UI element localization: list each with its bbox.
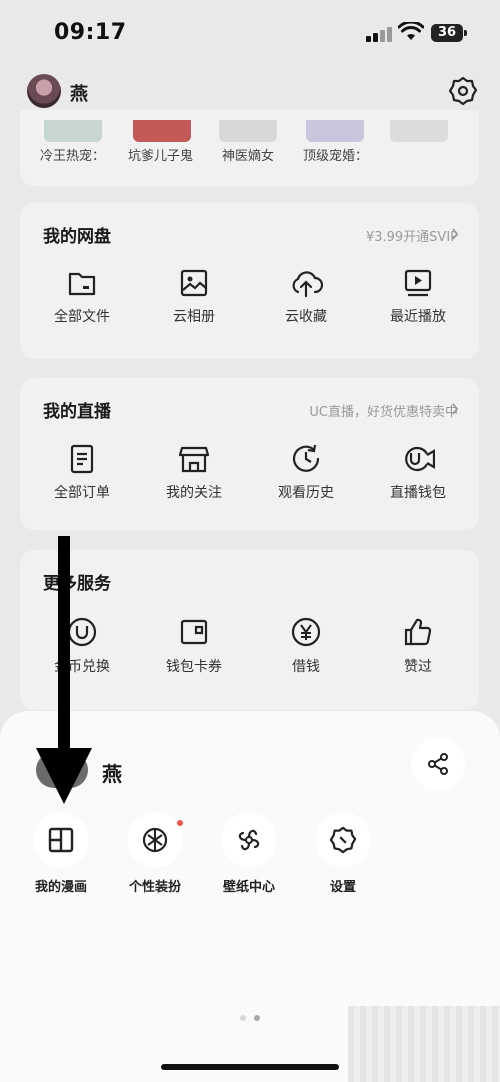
wallet-icon bbox=[180, 619, 208, 645]
item-label: 最近播放 bbox=[390, 309, 446, 325]
battery-icon: 36 bbox=[431, 24, 467, 42]
book-cover[interactable] bbox=[44, 120, 102, 142]
tile-settings[interactable]: 设置 bbox=[298, 812, 388, 895]
book-title[interactable]: 冷王热宠： bbox=[40, 145, 105, 164]
netdisk-item-all-files[interactable]: 全部文件 bbox=[26, 268, 138, 326]
more-title: 更多服务 bbox=[43, 574, 111, 594]
book-cover[interactable] bbox=[390, 120, 448, 142]
new-badge-dot bbox=[177, 820, 183, 826]
wifi-icon bbox=[398, 22, 424, 40]
item-label: 直播钱包 bbox=[390, 485, 446, 501]
live-promo-link[interactable]: UC直播，好货优惠特卖中 bbox=[309, 401, 458, 420]
annotation-arrow bbox=[58, 536, 70, 750]
page-indicator-dot bbox=[240, 1015, 246, 1021]
more-item-wallet-coupons[interactable]: 钱包卡券 bbox=[138, 616, 250, 676]
tile-icon-circle bbox=[127, 812, 183, 868]
book-title[interactable]: 神医嫡女 bbox=[222, 145, 274, 164]
annotation-arrow-head bbox=[36, 748, 92, 804]
comic-icon bbox=[48, 827, 74, 853]
cellular-signal-icon bbox=[366, 26, 392, 42]
page-indicator-dot-active bbox=[254, 1015, 260, 1021]
live-item-live-wallet[interactable]: 直播钱包 bbox=[362, 444, 474, 502]
item-label: 赞过 bbox=[404, 659, 432, 675]
coin-icon bbox=[67, 617, 97, 647]
theme-icon bbox=[142, 827, 168, 853]
book-cover[interactable] bbox=[219, 120, 277, 142]
item-label: 借钱 bbox=[292, 659, 320, 675]
more-item-liked[interactable]: 赞过 bbox=[362, 616, 474, 676]
tile-my-comics[interactable]: 我的漫画 bbox=[16, 812, 106, 895]
book-title[interactable]: 顶级宠婚： bbox=[303, 145, 368, 164]
item-label: 云收藏 bbox=[285, 309, 327, 325]
netdisk-item-cloud-album[interactable]: 云相册 bbox=[138, 268, 250, 326]
gear-icon bbox=[329, 826, 357, 854]
item-label: 云相册 bbox=[173, 309, 215, 325]
live-item-following[interactable]: 我的关注 bbox=[138, 444, 250, 502]
tile-personalize[interactable]: 个性装扮 bbox=[110, 812, 200, 895]
chevron-right-icon bbox=[452, 228, 459, 240]
item-label: 全部文件 bbox=[54, 309, 110, 325]
avatar[interactable] bbox=[27, 74, 61, 108]
play-screen-icon bbox=[404, 269, 432, 297]
live-title: 我的直播 bbox=[43, 402, 111, 422]
more-item-borrow[interactable]: 借钱 bbox=[250, 616, 362, 676]
item-label: 我的关注 bbox=[166, 485, 222, 501]
live-item-watch-history[interactable]: 观看历史 bbox=[250, 444, 362, 502]
cloud-upload-icon bbox=[292, 271, 323, 298]
document-icon bbox=[70, 444, 94, 474]
thumbs-up-icon bbox=[404, 618, 432, 646]
yen-icon bbox=[291, 617, 321, 647]
tile-label: 壁纸中心 bbox=[222, 880, 275, 895]
share-button[interactable] bbox=[411, 737, 465, 791]
store-icon bbox=[178, 446, 210, 473]
tile-icon-circle bbox=[33, 812, 89, 868]
status-time: 09:17 bbox=[54, 20, 127, 45]
username: 燕 bbox=[70, 84, 88, 105]
watermark bbox=[348, 1006, 500, 1082]
tile-label: 个性装扮 bbox=[128, 880, 181, 895]
history-icon bbox=[292, 444, 320, 472]
chevron-right-icon bbox=[452, 403, 459, 415]
folder-icon bbox=[68, 272, 96, 296]
photo-icon bbox=[180, 269, 208, 297]
live-item-all-orders[interactable]: 全部订单 bbox=[26, 444, 138, 502]
status-bar: 09:17 36 bbox=[0, 0, 500, 64]
tile-icon-circle bbox=[315, 812, 371, 868]
wallpaper-icon bbox=[238, 829, 260, 851]
tile-label: 设置 bbox=[329, 880, 356, 895]
gear-icon[interactable] bbox=[448, 76, 478, 106]
item-label: 钱包卡券 bbox=[166, 659, 222, 675]
netdisk-item-recent-play[interactable]: 最近播放 bbox=[362, 268, 474, 326]
tile-icon-circle bbox=[221, 812, 277, 868]
netdisk-title: 我的网盘 bbox=[43, 227, 111, 247]
item-label: 观看历史 bbox=[278, 485, 334, 501]
share-icon bbox=[428, 753, 448, 775]
more-item-coin-exchange[interactable]: 金币兑换 bbox=[26, 616, 138, 676]
tile-label: 我的漫画 bbox=[34, 880, 87, 895]
book-title[interactable]: 坑爹儿子鬼 bbox=[128, 145, 193, 164]
tile-wallpaper-center[interactable]: 壁纸中心 bbox=[204, 812, 294, 895]
svip-link[interactable]: ¥3.99开通SVIP bbox=[366, 226, 458, 245]
item-label: 金币兑换 bbox=[54, 659, 110, 675]
home-indicator[interactable] bbox=[161, 1064, 339, 1070]
item-label: 全部订单 bbox=[54, 485, 110, 501]
live-wallet-icon bbox=[405, 446, 435, 472]
book-cover[interactable] bbox=[306, 120, 364, 142]
book-cover[interactable] bbox=[133, 120, 191, 142]
netdisk-item-cloud-favorites[interactable]: 云收藏 bbox=[250, 268, 362, 326]
sheet-username: 燕 bbox=[102, 762, 122, 786]
